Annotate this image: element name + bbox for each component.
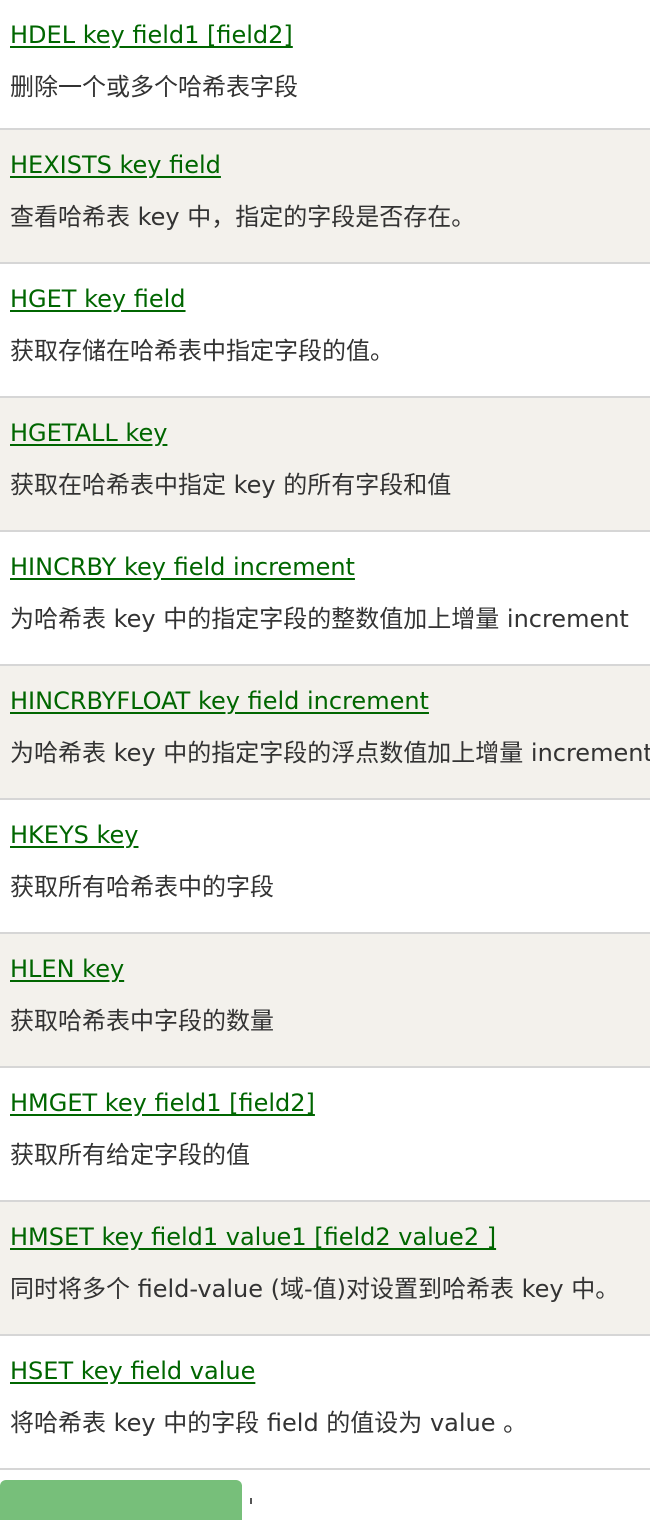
- command-link-hmget[interactable]: HMGET key field1 [field2]: [10, 1086, 315, 1120]
- command-link-hkeys[interactable]: HKEYS key: [10, 818, 138, 852]
- command-description: 为哈希表 key 中的指定字段的浮点数值加上增量 increment: [10, 739, 650, 767]
- command-link-hexists[interactable]: HEXISTS key field: [10, 148, 221, 182]
- green-action-button[interactable]: [0, 1480, 242, 1520]
- list-item: HLEN key 获取哈希表中字段的数量: [0, 934, 650, 1068]
- command-link-hincrby[interactable]: HINCRBY key field increment: [10, 550, 355, 584]
- command-list: HDEL key field1 [field2] 删除一个或多个哈希表字段 HE…: [0, 0, 650, 1470]
- command-description: 删除一个或多个哈希表字段: [10, 73, 298, 101]
- command-description: 获取所有给定字段的值: [10, 1141, 250, 1169]
- divider-mark: [250, 1498, 252, 1504]
- list-item: HINCRBY key field increment 为哈希表 key 中的指…: [0, 532, 650, 666]
- command-link-hgetall[interactable]: HGETALL key: [10, 416, 167, 450]
- command-link-hmset[interactable]: HMSET key field1 value1 [field2 value2 ]: [10, 1220, 496, 1254]
- list-item: HGET key field 获取存储在哈希表中指定字段的值。: [0, 264, 650, 398]
- command-link-hincrbyfloat[interactable]: HINCRBYFLOAT key field increment: [10, 684, 429, 718]
- command-link-hdel[interactable]: HDEL key field1 [field2]: [10, 18, 293, 52]
- command-description: 获取哈希表中字段的数量: [10, 1007, 274, 1035]
- command-description: 查看哈希表 key 中，指定的字段是否存在。: [10, 203, 476, 231]
- command-description: 获取存储在哈希表中指定字段的值。: [10, 337, 394, 365]
- command-description: 将哈希表 key 中的字段 field 的值设为 value 。: [10, 1409, 528, 1437]
- list-item: HMGET key field1 [field2] 获取所有给定字段的值: [0, 1068, 650, 1202]
- command-description: 为哈希表 key 中的指定字段的整数值加上增量 increment: [10, 605, 629, 633]
- command-description: 获取所有哈希表中的字段: [10, 873, 274, 901]
- list-item: HMSET key field1 value1 [field2 value2 ]…: [0, 1202, 650, 1336]
- list-item: HGETALL key 获取在哈希表中指定 key 的所有字段和值: [0, 398, 650, 532]
- list-item: HDEL key field1 [field2] 删除一个或多个哈希表字段: [0, 0, 650, 130]
- command-link-hget[interactable]: HGET key field: [10, 282, 186, 316]
- list-item: HEXISTS key field 查看哈希表 key 中，指定的字段是否存在。: [0, 130, 650, 264]
- command-description: 同时将多个 field-value (域-值)对设置到哈希表 key 中。: [10, 1275, 620, 1303]
- bottom-toolbar: [0, 1470, 650, 1520]
- list-item: HINCRBYFLOAT key field increment 为哈希表 ke…: [0, 666, 650, 800]
- list-item: HSET key field value 将哈希表 key 中的字段 field…: [0, 1336, 650, 1470]
- command-link-hset[interactable]: HSET key field value: [10, 1354, 255, 1388]
- list-item: HKEYS key 获取所有哈希表中的字段: [0, 800, 650, 934]
- command-description: 获取在哈希表中指定 key 的所有字段和值: [10, 471, 452, 499]
- command-link-hlen[interactable]: HLEN key: [10, 952, 124, 986]
